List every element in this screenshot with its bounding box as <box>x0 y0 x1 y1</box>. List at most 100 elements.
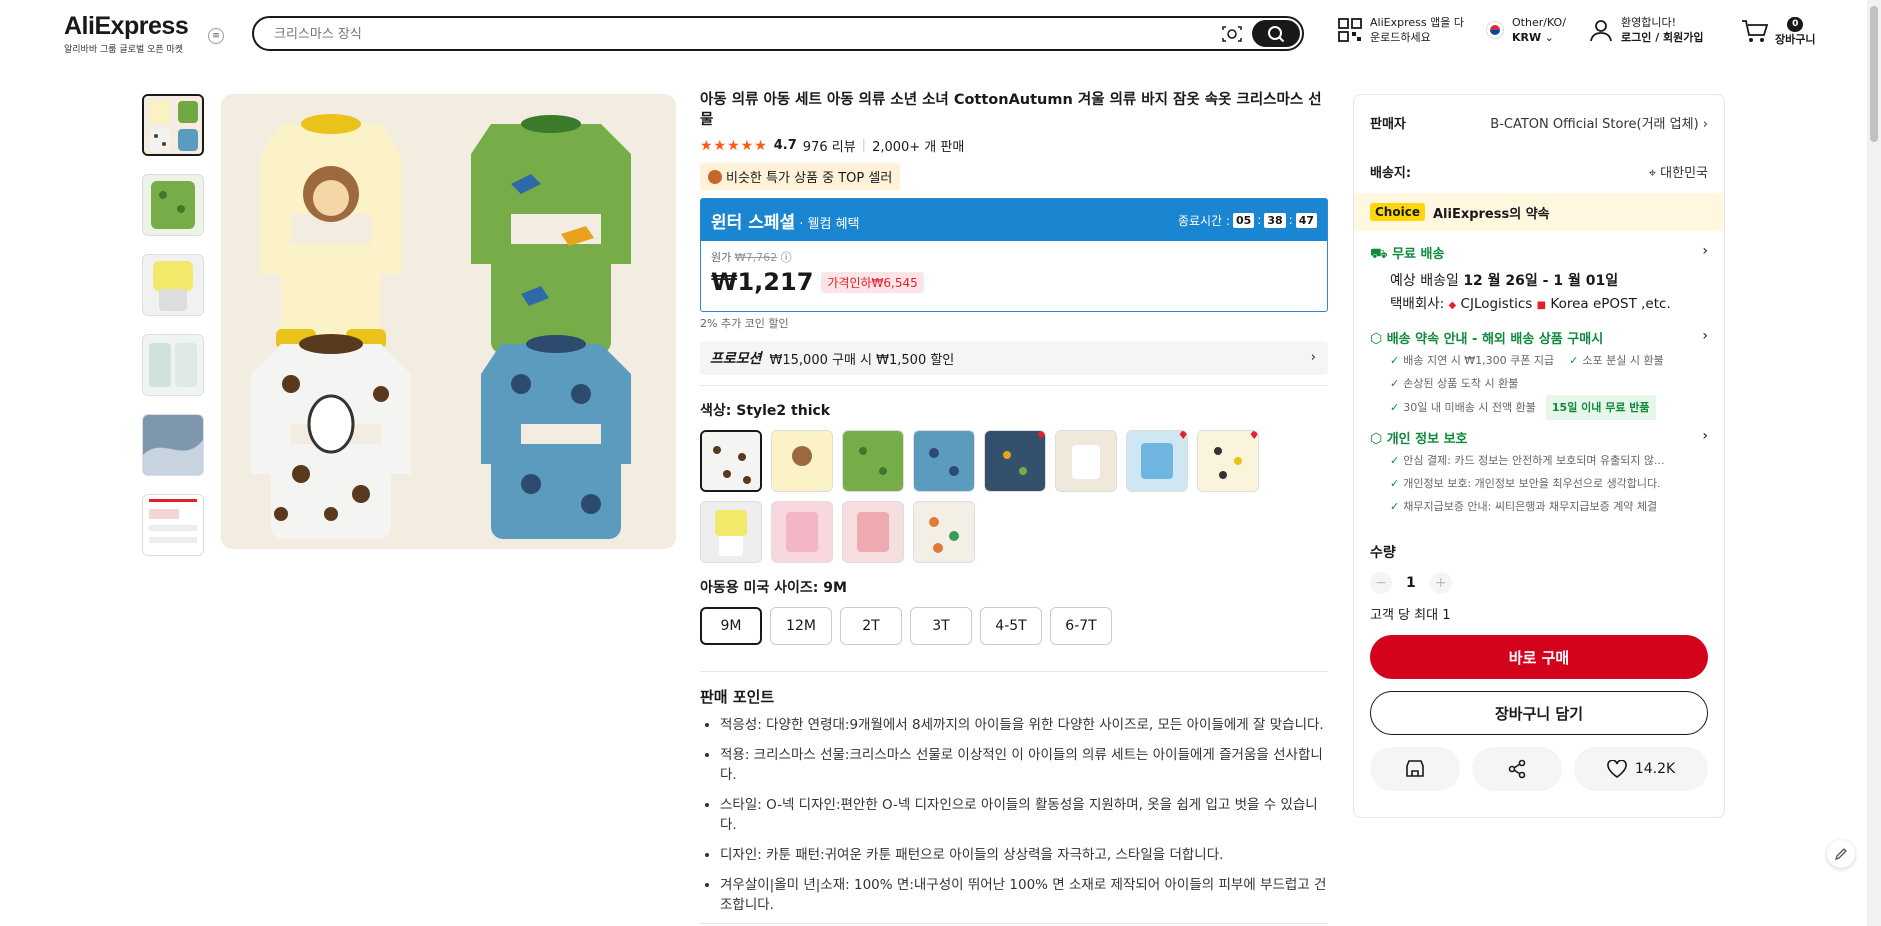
locale-currency: KRW <box>1512 31 1542 44</box>
swatch-monkey[interactable] <box>771 430 833 492</box>
swatch-floral[interactable] <box>913 501 975 563</box>
thumbnail-6[interactable] <box>142 494 204 556</box>
thumbnail-1[interactable] <box>142 94 204 156</box>
buy-now-button[interactable]: 바로 구매 <box>1370 635 1708 679</box>
discount-badge: 가격인하₩6,545 <box>821 271 924 293</box>
app-download-line1: AliExpress 앱을 다 <box>1370 16 1464 29</box>
swatch-pink-unicorn[interactable] <box>771 501 833 563</box>
promise-item: 30일 내 미배송 시 전액 환불 <box>1403 401 1536 414</box>
selling-points-title: 판매 포인트 <box>700 688 775 706</box>
feedback-button[interactable] <box>1827 840 1855 868</box>
quantity-limit: 고객 당 최대 1 <box>1370 608 1451 623</box>
share-button[interactable] <box>1472 747 1562 791</box>
thumbnail-3[interactable] <box>142 254 204 316</box>
action-buttons: 14.2K <box>1354 747 1724 791</box>
countdown-timer: 종료시간 : 05: 38: 47 <box>1178 212 1317 229</box>
choice-tag: Choice <box>1370 203 1425 221</box>
hot-icon: ♦ <box>1035 430 1046 443</box>
login-signup-link[interactable]: 로그인 / 회원가입 <box>1621 31 1704 44</box>
wishlist-button[interactable]: 14.2K <box>1574 747 1708 791</box>
check-icon: ✓ <box>1569 354 1579 367</box>
promotion-row[interactable]: 프로모션 ₩15,000 구매 시 ₩1,500 할인 › <box>700 341 1328 375</box>
thumbnail-2[interactable] <box>142 174 204 236</box>
chevron-right-icon: › <box>1702 116 1708 132</box>
swatch-pink-cat[interactable] <box>842 501 904 563</box>
cj-logo-icon: ◆ <box>1448 300 1457 311</box>
image-search-icon[interactable] <box>1222 25 1242 43</box>
size-options: 9M 12M 2T 3T 4-5T 6-7T <box>700 607 1328 645</box>
chevron-right-icon: › <box>1702 243 1708 259</box>
thumbnail-5[interactable] <box>142 414 204 476</box>
page-scrollbar[interactable] <box>1867 0 1881 926</box>
medal-icon <box>708 169 722 184</box>
choice-banner: Choice AliExpress의 약속 <box>1354 193 1724 231</box>
location-pin-icon: ⌖ <box>1648 165 1657 181</box>
swatch-light-blue[interactable]: ♦ <box>1126 430 1188 492</box>
decrease-button[interactable]: − <box>1370 572 1392 594</box>
review-count[interactable]: 976 리뷰 <box>803 136 856 155</box>
size-label: 아동용 미국 사이즈: 9M <box>700 580 847 596</box>
search-input[interactable] <box>274 24 1194 44</box>
rating-value: 4.7 <box>773 138 797 153</box>
add-to-cart-button[interactable]: 장바구니 담기 <box>1370 691 1708 735</box>
logo-subtitle: 알리바바 그룹 글로벌 오픈 마켓 <box>64 45 184 55</box>
price-promo-box: 윈터 스페셜 · 웰컴 혜택 종료시간 : 05: 38: 47 원가 ₩7,7… <box>700 198 1328 312</box>
size-option-6-7t[interactable]: 6-7T <box>1050 607 1112 645</box>
ship-to-country: 대한민국 <box>1660 165 1708 181</box>
user-icon <box>1590 20 1612 42</box>
wishlist-count: 14.2K <box>1634 761 1676 777</box>
check-icon: ✓ <box>1390 354 1400 367</box>
menu-icon[interactable]: ≡ <box>208 28 224 44</box>
app-download[interactable]: AliExpress 앱을 다 운로드하세요 <box>1338 15 1464 45</box>
swatch-yellow-white[interactable] <box>700 501 762 563</box>
privacy-section[interactable]: ⬡ 개인 정보 보호 › ✓ 안심 결제: 카드 정보는 안전하게 보호되며 유출… <box>1354 428 1724 518</box>
purchase-panel: 판매자 B-CATON Official Store(거래 업체) › 배송지:… <box>1353 94 1725 818</box>
swatch-blue-bear[interactable] <box>913 430 975 492</box>
quantity-stepper: − 1 + <box>1370 572 1708 594</box>
info-icon[interactable]: ⓘ <box>781 251 792 264</box>
sold-count: 2,000+ 개 판매 <box>872 140 965 155</box>
seller-name: B-CATON Official Store(거래 업체) <box>1490 116 1699 132</box>
timer-label: 종료시간 : <box>1177 213 1230 228</box>
swatch-style2-thick[interactable] <box>700 430 762 492</box>
carrier-cj: CJLogistics <box>1460 296 1533 312</box>
thumbnail-4[interactable] <box>142 334 204 396</box>
privacy-item: 채무지급보증 안내: 씨티은행과 채무지급보증 계약 체결 <box>1403 500 1658 513</box>
size-option-3t[interactable]: 3T <box>910 607 972 645</box>
original-price-row: 원가 ₩7,762 ⓘ <box>711 249 1317 265</box>
aliexpress-logo[interactable]: AliExpress 알리바바 그룹 글로벌 오픈 마켓 <box>64 12 189 55</box>
account-menu[interactable]: 환영합니다! 로그인 / 회원가입 <box>1589 15 1704 45</box>
swatch-navy-car[interactable]: ♦ <box>984 430 1046 492</box>
privacy-item: 안심 결제: 카드 정보는 안전하게 보호되며 유출되지 않... <box>1403 454 1665 467</box>
timer-hours: 05 <box>1232 212 1255 228</box>
delivery-promise-section[interactable]: ⬡ 배송 약속 안내 - 해외 배송 상품 구매시 › ✓ 배송 지연 시 ₩1,… <box>1354 328 1724 420</box>
promise-item: 소포 분실 시 환불 <box>1582 354 1664 367</box>
swatch-beige[interactable] <box>1055 430 1117 492</box>
size-option-4-5t[interactable]: 4-5T <box>980 607 1042 645</box>
seller-label: 판매자 <box>1370 116 1406 132</box>
check-icon: ✓ <box>1390 500 1400 513</box>
main-product-image[interactable] <box>221 94 676 549</box>
search-button[interactable] <box>1252 20 1300 47</box>
cart[interactable]: 0 장바구니 <box>1741 15 1815 47</box>
promo-header: 윈터 스페셜 · 웰컴 혜택 종료시간 : 05: 38: 47 <box>701 199 1327 241</box>
swatch-cream-print[interactable]: ♦ <box>1197 430 1259 492</box>
size-option-9m[interactable]: 9M <box>700 607 762 645</box>
product-title: 아동 의류 아동 세트 아동 의류 소년 소녀 CottonAutumn 겨울 … <box>700 92 1322 128</box>
size-option-12m[interactable]: 12M <box>770 607 832 645</box>
scrollbar-thumb[interactable] <box>1870 6 1878 142</box>
separator: | <box>861 138 867 153</box>
increase-button[interactable]: + <box>1429 572 1452 594</box>
ship-to-row[interactable]: 배송지: ⌖ 대한민국 <box>1354 149 1724 193</box>
promo-subtitle: · 웰컴 혜택 <box>795 216 860 232</box>
free-shipping-section[interactable]: ⛟ 무료 배송 › 예상 배송일 12 월 26일 - 1 월 01일 택배회사… <box>1354 243 1724 316</box>
locale-selector[interactable]: Other/KO/ KRW ⌄ <box>1486 15 1566 45</box>
size-option-2t[interactable]: 2T <box>840 607 902 645</box>
eta-date: 12 월 26일 - 1 월 01일 <box>1463 273 1619 289</box>
quantity-value: 1 <box>1406 575 1416 591</box>
swatch-dino[interactable] <box>842 430 904 492</box>
store-button[interactable] <box>1370 747 1460 791</box>
privacy-title: 개인 정보 보호 <box>1386 432 1468 447</box>
seller-row[interactable]: 판매자 B-CATON Official Store(거래 업체) › <box>1354 95 1724 149</box>
check-icon: ✓ <box>1390 401 1400 414</box>
